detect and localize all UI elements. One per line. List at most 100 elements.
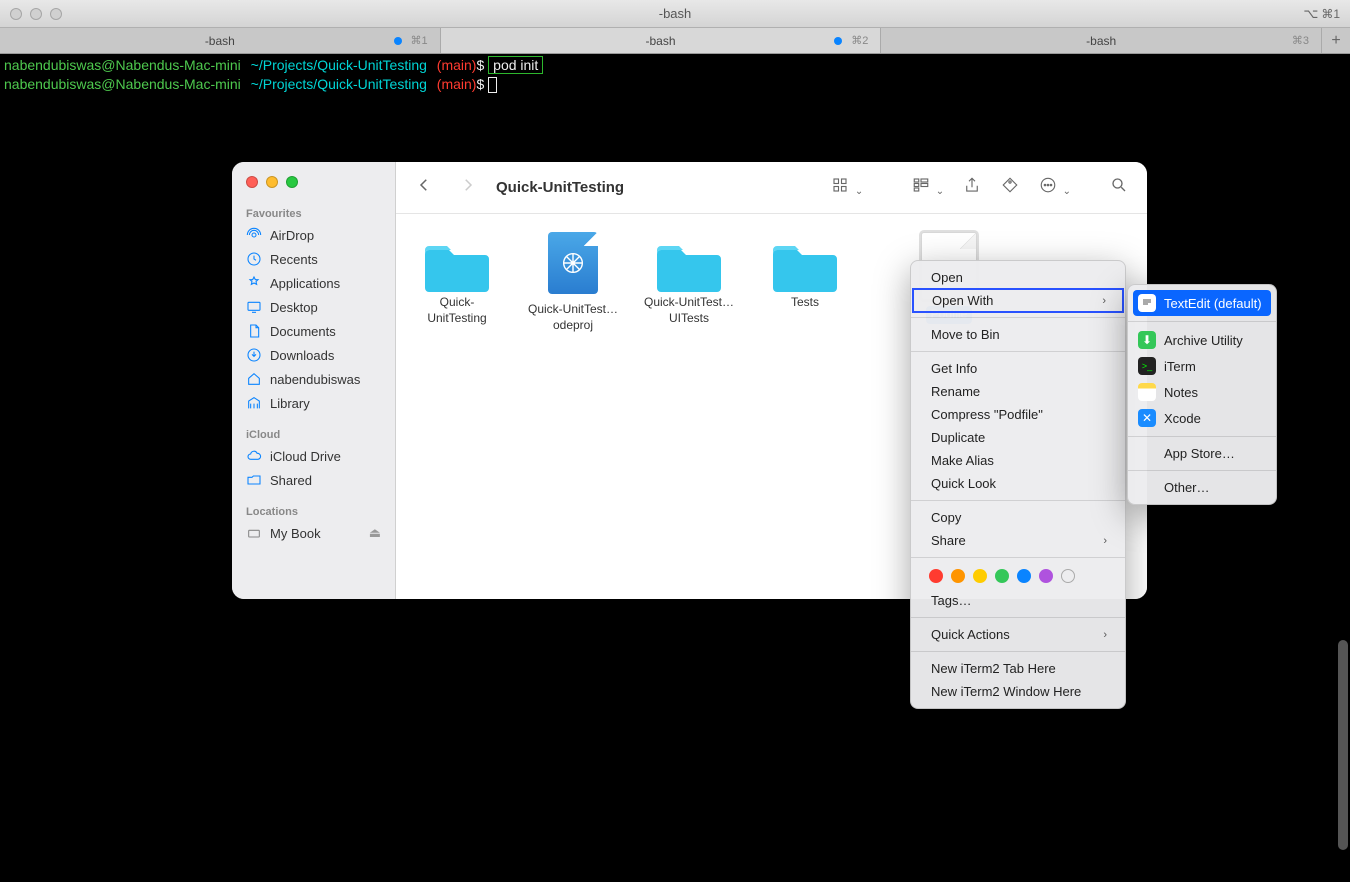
menu-quick-actions[interactable]: Quick Actions› [911, 623, 1125, 646]
tag-color-dot[interactable] [929, 569, 943, 583]
menu-separator [911, 617, 1125, 618]
menu-copy[interactable]: Copy [911, 506, 1125, 529]
cloud-icon [246, 448, 262, 464]
sidebar-item-airdrop[interactable]: AirDrop [232, 223, 395, 247]
close-button[interactable] [10, 8, 22, 20]
sidebar-item-home[interactable]: nabendubiswas [232, 367, 395, 391]
minimize-button[interactable] [30, 8, 42, 20]
terminal-tab-1[interactable]: -bash ⌘1 [0, 28, 441, 53]
sidebar-item-mybook[interactable]: My Book⏏ [232, 521, 395, 545]
finder-close-button[interactable] [246, 176, 258, 188]
sidebar-item-shared[interactable]: Shared [232, 468, 395, 492]
menu-rename[interactable]: Rename [911, 380, 1125, 403]
submenu-xcode[interactable]: ✕ Xcode [1128, 405, 1276, 431]
sidebar-item-desktop[interactable]: Desktop [232, 295, 395, 319]
group-button[interactable]: ⌄ [911, 176, 944, 199]
xcode-icon: ✕ [1138, 409, 1156, 427]
tab-shortcut: ⌘3 [1292, 34, 1309, 47]
vertical-scrollbar[interactable] [1338, 640, 1348, 850]
menu-duplicate[interactable]: Duplicate [911, 426, 1125, 449]
tag-color-none[interactable] [1061, 569, 1075, 583]
tag-color-dot[interactable] [1039, 569, 1053, 583]
document-icon [246, 323, 262, 339]
submenu-notes[interactable]: Notes [1128, 379, 1276, 405]
finder-minimize-button[interactable] [266, 176, 278, 188]
menu-new-iterm-window[interactable]: New iTerm2 Window Here [911, 680, 1125, 703]
menu-compress[interactable]: Compress "Podfile" [911, 403, 1125, 426]
folder-uitests[interactable]: Quick-UnitTest…UITests [642, 232, 736, 326]
shared-folder-icon [246, 472, 262, 488]
back-button[interactable] [414, 176, 434, 199]
disk-icon [246, 525, 262, 541]
menu-get-info[interactable]: Get Info [911, 357, 1125, 380]
submenu-textedit[interactable]: TextEdit (default) [1133, 290, 1271, 316]
file-xcodeproj[interactable]: Quick-UnitTest…odeproj [526, 232, 620, 333]
open-with-submenu: TextEdit (default) ⬇ Archive Utility >_ … [1127, 284, 1277, 505]
tab-shortcut: ⌘2 [851, 34, 868, 47]
tag-color-dot[interactable] [1017, 569, 1031, 583]
menu-open-with[interactable]: Open With› [912, 288, 1124, 313]
menu-move-to-bin[interactable]: Move to Bin [911, 323, 1125, 346]
menu-new-iterm-tab[interactable]: New iTerm2 Tab Here [911, 657, 1125, 680]
terminal-content[interactable]: nabendubiswas@Nabendus-Mac-mini ~/Projec… [0, 54, 1350, 96]
menu-quick-look[interactable]: Quick Look [911, 472, 1125, 495]
folder-icon [657, 240, 721, 292]
tag-button[interactable] [1000, 176, 1020, 199]
terminal-tab-3[interactable]: -bash ⌘3 [881, 28, 1322, 53]
menu-make-alias[interactable]: Make Alias [911, 449, 1125, 472]
submenu-other[interactable]: Other… [1128, 476, 1276, 499]
search-button[interactable] [1109, 176, 1129, 199]
tab-label: -bash [645, 34, 675, 48]
archive-icon: ⬇ [1138, 331, 1156, 349]
terminal-titlebar: -bash ⌥⌘1 [0, 0, 1350, 28]
airdrop-icon [246, 227, 262, 243]
sidebar-item-downloads[interactable]: Downloads [232, 343, 395, 367]
finder-zoom-button[interactable] [286, 176, 298, 188]
sidebar-heading-favourites: Favourites [232, 204, 395, 223]
action-button[interactable]: ⌄ [1038, 176, 1071, 199]
menu-separator [911, 651, 1125, 652]
finder-traffic-lights [232, 174, 395, 204]
folder-tests[interactable]: Tests [758, 232, 852, 311]
menu-share[interactable]: Share› [911, 529, 1125, 552]
sidebar-item-recents[interactable]: Recents [232, 247, 395, 271]
tab-shortcut: ⌘1 [411, 34, 428, 47]
clock-icon [246, 251, 262, 267]
folder-quick-unittesting[interactable]: Quick-UnitTesting [410, 232, 504, 326]
sidebar-item-library[interactable]: Library [232, 391, 395, 415]
folder-icon [773, 240, 837, 292]
sidebar-item-documents[interactable]: Documents [232, 319, 395, 343]
menu-separator [911, 557, 1125, 558]
tab-label: -bash [1086, 34, 1116, 48]
menu-open[interactable]: Open [911, 266, 1125, 289]
forward-button[interactable] [458, 176, 478, 199]
folder-icon [425, 240, 489, 292]
tag-color-dot[interactable] [951, 569, 965, 583]
iterm-icon: >_ [1138, 357, 1156, 375]
add-tab-button[interactable]: + [1322, 28, 1350, 53]
share-button[interactable] [962, 176, 982, 199]
submenu-app-store[interactable]: App Store… [1128, 442, 1276, 465]
submenu-archive-utility[interactable]: ⬇ Archive Utility [1128, 327, 1276, 353]
tag-color-dot[interactable] [973, 569, 987, 583]
menu-separator [911, 351, 1125, 352]
menu-tags[interactable]: Tags… [911, 589, 1125, 612]
terminal-tab-2[interactable]: -bash ⌘2 [441, 28, 882, 53]
tag-color-dot[interactable] [995, 569, 1009, 583]
zoom-button[interactable] [50, 8, 62, 20]
xcodeproj-icon [548, 232, 598, 294]
sidebar-item-icloud-drive[interactable]: iCloud Drive [232, 444, 395, 468]
home-icon [246, 371, 262, 387]
sidebar-item-applications[interactable]: Applications [232, 271, 395, 295]
nav-arrows [414, 176, 478, 199]
terminal-cursor [488, 77, 497, 93]
terminal-tabbar: -bash ⌘1 -bash ⌘2 -bash ⌘3 + [0, 28, 1350, 54]
submenu-iterm[interactable]: >_ iTerm [1128, 353, 1276, 379]
view-icons-button[interactable]: ⌄ [830, 176, 863, 199]
highlighted-command: pod init [488, 56, 543, 74]
window-shortcut-hint: ⌥⌘1 [1303, 6, 1340, 22]
eject-icon[interactable]: ⏏ [369, 525, 381, 541]
unsaved-indicator-icon [394, 37, 402, 45]
chevron-right-icon: › [1102, 295, 1106, 307]
sidebar-heading-locations: Locations [232, 502, 395, 521]
